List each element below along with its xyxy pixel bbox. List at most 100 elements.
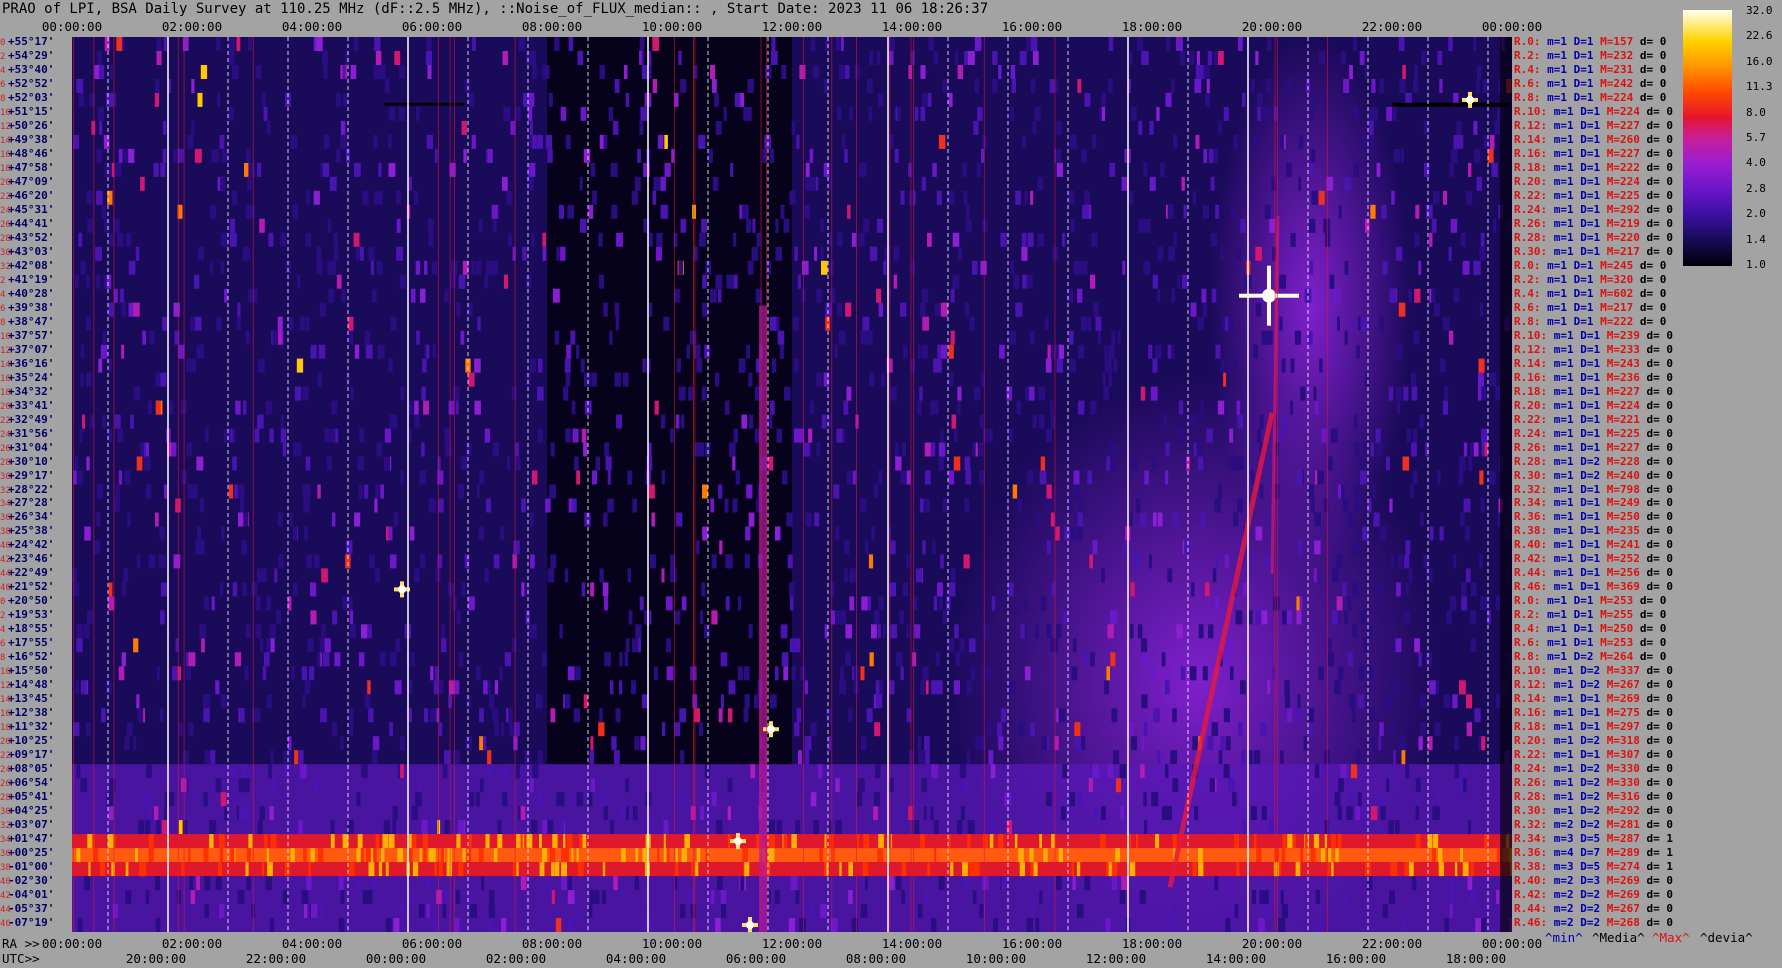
- dec-label-36: 40+24°42': [0, 538, 55, 552]
- receiver-stat-row: R.8: m=1 D=2 M=264 d= 0: [1514, 650, 1667, 664]
- dec-label-37: 42+23°46': [0, 552, 55, 566]
- receiver-stat-row: R.4: m=1 D=1 M=231 d= 0: [1514, 62, 1667, 76]
- dec-label-1: 2 +54°29': [0, 48, 55, 62]
- receiver-stat-row: R.4: m=1 D=1 M=602 d= 0: [1514, 286, 1667, 300]
- top-tick-6: 12:00:00: [761, 19, 823, 34]
- utc-tick-4: 04:00:00: [605, 951, 667, 966]
- receiver-stat-row: R.42: m=1 D=1 M=252 d= 0: [1514, 552, 1673, 566]
- utc-tick-10: 16:00:00: [1325, 951, 1387, 966]
- receiver-stat-row: R.32: m=2 D=2 M=281 d= 0: [1514, 818, 1673, 832]
- dec-label-15: 30+43°03': [0, 244, 55, 258]
- edge-strip: [1500, 37, 1512, 932]
- dec-label-29: 26+31°04': [0, 440, 55, 454]
- dec-label-30: 28+30°10': [0, 454, 55, 468]
- dec-label-34: 36+26°34': [0, 510, 55, 524]
- receiver-stat-row: R.24: m=1 D=2 M=330 d= 0: [1514, 762, 1673, 776]
- dec-label-45: 10+15°50': [0, 664, 55, 678]
- receiver-stat-row: R.26: m=1 D=1 M=227 d= 0: [1514, 440, 1673, 454]
- colorbar-label-3: 11.3: [1746, 80, 1773, 94]
- receiver-stat-row: R.28: m=1 D=2 M=316 d= 0: [1514, 790, 1673, 804]
- receiver-stat-row: R.24: m=1 D=1 M=292 d= 0: [1514, 202, 1673, 216]
- receiver-stat-row: R.20: m=1 D=1 M=224 d= 0: [1514, 398, 1673, 412]
- dec-label-62: 44-05°37': [0, 902, 55, 916]
- colorbar-label-1: 22.6: [1746, 29, 1773, 43]
- colorbar-label-8: 2.0: [1746, 207, 1766, 221]
- bright-source-3-core: [398, 585, 406, 594]
- heatmap-plot: [72, 37, 1512, 932]
- dec-label-52: 24+08°05': [0, 762, 55, 776]
- receiver-stat-row: R.34: m=3 D=5 M=287 d= 1: [1514, 832, 1673, 846]
- dec-label-16: 32+42°08': [0, 258, 55, 272]
- dec-label-40: 0 +20°50': [0, 594, 55, 608]
- receiver-stat-row: R.22: m=1 D=1 M=307 d= 0: [1514, 748, 1673, 762]
- dec-label-48: 16+12°38': [0, 706, 55, 720]
- bright-source-0-core: [1262, 288, 1276, 303]
- receiver-stat-row: R.8: m=1 D=1 M=222 d= 0: [1514, 314, 1667, 328]
- legend-deviation: ^devia^: [1700, 930, 1753, 945]
- top-tick-8: 16:00:00: [1001, 19, 1063, 34]
- dec-label-61: 42-04°01': [0, 888, 55, 902]
- dec-label-12: 24+45°31': [0, 202, 55, 216]
- receiver-stat-row: R.18: m=1 D=1 M=297 d= 0: [1514, 720, 1673, 734]
- vertical-column: [759, 305, 767, 932]
- colorbar-label-2: 16.0: [1746, 54, 1773, 68]
- receiver-stat-row: R.10: m=1 D=1 M=239 d= 0: [1514, 328, 1673, 342]
- receiver-stat-row: R.32: m=1 D=1 M=798 d= 0: [1514, 482, 1673, 496]
- dec-label-24: 16+35°24': [0, 370, 55, 384]
- utc-tick-11: 18:00:00: [1445, 951, 1507, 966]
- ra-tick-4: 08:00:00: [521, 936, 583, 951]
- dec-label-19: 6 +39°38': [0, 300, 55, 314]
- dec-label-10: 20+47°09': [0, 174, 55, 188]
- ra-tick-10: 20:00:00: [1241, 936, 1303, 951]
- dec-label-25: 18+34°32': [0, 384, 55, 398]
- top-tick-9: 18:00:00: [1121, 19, 1183, 34]
- dec-label-28: 24+31°56': [0, 426, 55, 440]
- colorbar-label-9: 1.4: [1746, 232, 1766, 246]
- top-tick-11: 22:00:00: [1361, 19, 1423, 34]
- top-tick-12: 00:00:00: [1481, 19, 1543, 34]
- colorbar: [1683, 10, 1732, 266]
- colorbar-label-7: 2.8: [1746, 181, 1766, 195]
- ra-tick-3: 06:00:00: [401, 936, 463, 951]
- dec-label-6: 12+50°26': [0, 118, 55, 132]
- utc-tick-8: 12:00:00: [1085, 951, 1147, 966]
- receiver-stat-row: R.14: m=1 D=1 M=260 d= 0: [1514, 132, 1673, 146]
- ra-axis-label: RA >>: [2, 936, 40, 951]
- utc-tick-7: 10:00:00: [965, 951, 1027, 966]
- colorbar-label-5: 5.7: [1746, 131, 1766, 144]
- receiver-stat-row: R.40: m=2 D=3 M=269 d= 0: [1514, 874, 1673, 888]
- receiver-stat-row: R.16: m=1 D=1 M=236 d= 0: [1514, 370, 1673, 384]
- dec-label-55: 30+04°25': [0, 804, 55, 818]
- dec-label-14: 28+43°52': [0, 230, 55, 244]
- ra-tick-8: 16:00:00: [1001, 936, 1063, 951]
- ra-tick-6: 12:00:00: [761, 936, 823, 951]
- receiver-stat-row: R.26: m=1 D=1 M=219 d= 0: [1514, 216, 1673, 230]
- dec-label-22: 12+37°07': [0, 342, 55, 356]
- receiver-stat-row: R.12: m=1 D=1 M=227 d= 0: [1514, 118, 1673, 132]
- legend-median: ^Media^: [1592, 930, 1645, 945]
- dec-label-31: 30+29°17': [0, 468, 55, 482]
- receiver-stat-row: R.2: m=1 D=1 M=255 d= 0: [1514, 608, 1667, 622]
- receiver-stat-row: R.6: m=1 D=1 M=217 d= 0: [1514, 300, 1667, 314]
- receiver-stat-row: R.28: m=1 D=1 M=220 d= 0: [1514, 230, 1673, 244]
- utc-tick-9: 14:00:00: [1205, 951, 1267, 966]
- top-tick-3: 06:00:00: [401, 19, 463, 34]
- receiver-stat-row: R.4: m=1 D=1 M=250 d= 0: [1514, 622, 1667, 636]
- receiver-stat-row: R.16: m=1 D=1 M=275 d= 0: [1514, 706, 1673, 720]
- ra-tick-11: 22:00:00: [1361, 936, 1423, 951]
- receiver-stat-row: R.12: m=1 D=1 M=233 d= 0: [1514, 342, 1673, 356]
- ra-tick-9: 18:00:00: [1121, 936, 1183, 951]
- utc-tick-2: 00:00:00: [365, 951, 427, 966]
- receiver-stat-row: R.42: m=2 D=2 M=269 d= 0: [1514, 888, 1673, 902]
- dec-label-47: 14+13°45': [0, 692, 55, 706]
- receiver-stat-row: R.40: m=1 D=1 M=241 d= 0: [1514, 538, 1673, 552]
- chart-title: PRAO of LPI, BSA Daily Survey at 110.25 …: [2, 1, 989, 17]
- dec-label-7: 14+49°38': [0, 132, 55, 146]
- dec-label-5: 10+51°15': [0, 104, 55, 118]
- top-tick-1: 02:00:00: [161, 19, 223, 34]
- artifact-line: [1392, 102, 1512, 107]
- dec-label-13: 26+44°41': [0, 216, 55, 230]
- ra-tick-0: 00:00:00: [41, 936, 103, 951]
- receiver-stat-row: R.24: m=1 D=1 M=225 d= 0: [1514, 426, 1673, 440]
- colorbar-label-6: 4.0: [1746, 156, 1766, 170]
